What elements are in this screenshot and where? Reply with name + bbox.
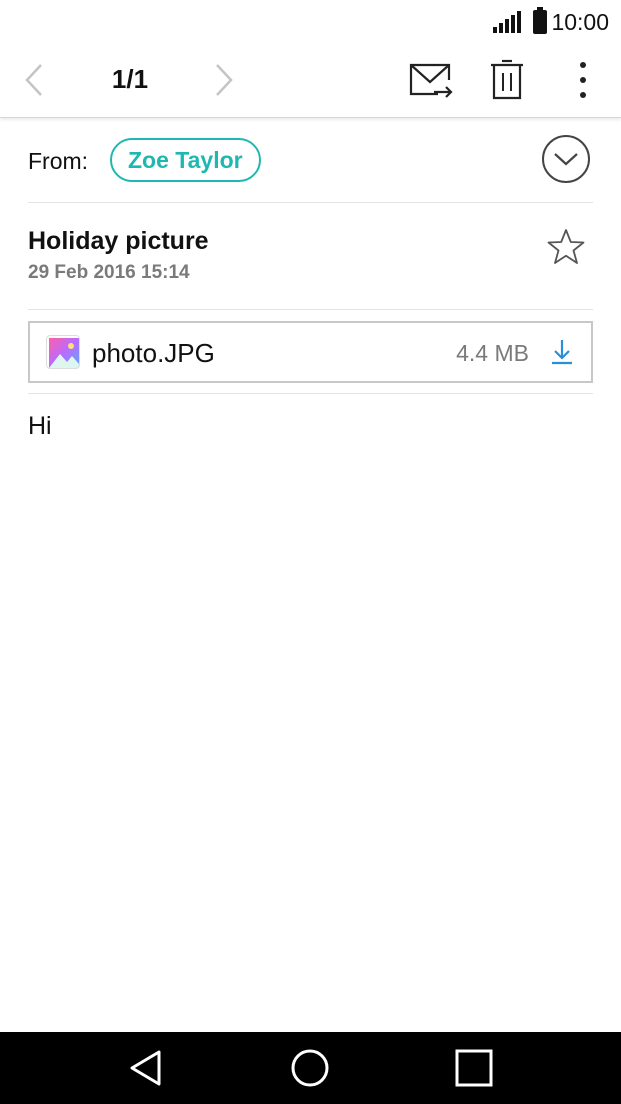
status-bar: 10:00	[0, 0, 621, 44]
status-indicators: 10:00	[493, 7, 609, 36]
expand-details-button[interactable]	[542, 135, 590, 183]
sender-chip[interactable]: Zoe Taylor	[110, 138, 261, 182]
image-file-icon	[46, 335, 80, 369]
system-navigation-bar	[0, 1032, 621, 1104]
system-home-button[interactable]	[288, 1046, 332, 1090]
chevron-left-icon	[25, 64, 42, 96]
delete-icon	[491, 59, 523, 100]
message-toolbar: 1/1	[0, 44, 621, 118]
recent-square-icon	[455, 1049, 493, 1087]
battery-icon	[533, 7, 548, 34]
download-icon	[552, 340, 572, 365]
next-message-button[interactable]	[204, 60, 244, 100]
favorite-button[interactable]	[546, 227, 586, 267]
attachment-item[interactable]: photo.JPG 4.4 MB	[28, 321, 593, 383]
chevron-down-icon	[554, 153, 578, 166]
back-triangle-icon	[130, 1050, 161, 1086]
forward-button[interactable]	[407, 56, 455, 104]
sender-row: From: Zoe Taylor	[28, 118, 593, 203]
previous-message-button[interactable]	[14, 60, 54, 100]
subject-row: Holiday picture 29 Feb 2016 15:14	[28, 203, 593, 310]
download-button[interactable]	[547, 337, 577, 367]
more-options-button[interactable]	[559, 56, 607, 104]
page-count: 1/1	[111, 64, 149, 94]
message-date: 29 Feb 2016 15:14	[28, 262, 190, 283]
star-icon	[547, 229, 585, 264]
chevron-right-icon	[216, 64, 233, 96]
attachment-file-name: photo.JPG	[92, 338, 215, 368]
signal-icon	[493, 11, 523, 33]
more-vert-icon	[580, 62, 586, 98]
system-back-button[interactable]	[124, 1046, 168, 1090]
message-body: Hi	[28, 412, 52, 440]
from-label: From:	[28, 148, 89, 174]
home-circle-icon	[291, 1049, 329, 1087]
delete-button[interactable]	[483, 56, 531, 104]
forward-mail-icon	[409, 63, 453, 98]
message-subject: Holiday picture	[28, 227, 209, 255]
status-time: 10:00	[551, 8, 609, 35]
attachment-file-size: 4.4 MB	[456, 340, 529, 366]
attachment-row: photo.JPG 4.4 MB	[28, 310, 593, 394]
system-recent-apps-button[interactable]	[452, 1046, 496, 1090]
